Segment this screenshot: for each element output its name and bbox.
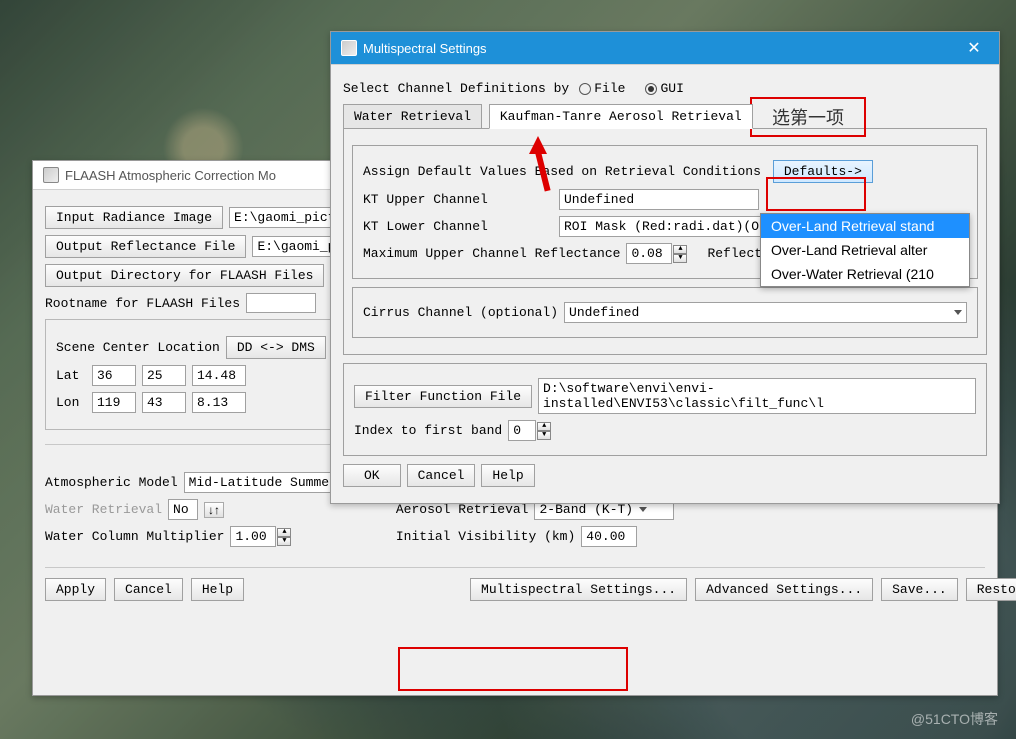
highlight-defaults-button bbox=[766, 177, 866, 211]
index-first-band-label: Index to first band bbox=[354, 423, 502, 438]
defaults-menu: Over-Land Retrieval stand Over-Land Retr… bbox=[760, 213, 970, 287]
input-radiance-button[interactable]: Input Radiance Image bbox=[45, 206, 223, 229]
watermark: @51CTO博客 bbox=[911, 709, 998, 729]
rootname-field[interactable] bbox=[246, 293, 316, 313]
lat-label: Lat bbox=[56, 368, 86, 383]
lat-sec[interactable]: 14.48 bbox=[192, 365, 246, 386]
water-col-spinner[interactable]: 1.00 ▲▼ bbox=[230, 526, 291, 547]
highlight-multispectral-button bbox=[398, 647, 628, 691]
ms-cancel-button[interactable]: Cancel bbox=[407, 464, 476, 487]
menu-item-over-land-alternate[interactable]: Over-Land Retrieval alter bbox=[761, 238, 969, 262]
menu-item-over-land-standard[interactable]: Over-Land Retrieval stand bbox=[761, 214, 969, 238]
max-upper-label: Maximum Upper Channel Reflectance bbox=[363, 246, 620, 261]
tab-aerosol-retrieval[interactable]: Kaufman-Tanre Aerosol Retrieval bbox=[489, 104, 753, 129]
kt-upper-dropdown[interactable]: Undefined bbox=[559, 189, 759, 210]
save-button[interactable]: Save... bbox=[881, 578, 958, 601]
tab-water-retrieval[interactable]: Water Retrieval bbox=[343, 104, 482, 129]
scene-center-label: Scene Center Location bbox=[56, 340, 220, 355]
max-upper-spinner[interactable]: 0.08 ▲▼ bbox=[626, 243, 687, 264]
select-channel-label: Select Channel Definitions by bbox=[343, 81, 569, 96]
ms-help-button[interactable]: Help bbox=[481, 464, 534, 487]
annotation-label: 选第一项 bbox=[772, 104, 844, 130]
atm-model-label: Atmospheric Model bbox=[45, 475, 178, 490]
filter-function-button[interactable]: Filter Function File bbox=[354, 385, 532, 408]
menu-item-over-water[interactable]: Over-Water Retrieval (210 bbox=[761, 262, 969, 286]
radio-file[interactable]: File bbox=[579, 81, 625, 96]
index-first-band-spinner[interactable]: 0 ▲▼ bbox=[508, 420, 551, 441]
lat-min[interactable]: 25 bbox=[142, 365, 186, 386]
multispectral-settings-button[interactable]: Multispectral Settings... bbox=[470, 578, 687, 601]
lon-min[interactable]: 43 bbox=[142, 392, 186, 413]
output-reflectance-button[interactable]: Output Reflectance File bbox=[45, 235, 246, 258]
cirrus-dropdown[interactable]: Undefined bbox=[564, 302, 967, 323]
annotation-select-first: 选第一项 bbox=[750, 97, 866, 137]
apply-button[interactable]: Apply bbox=[45, 578, 106, 601]
input-radiance-field[interactable]: E:\gaomi_pictu bbox=[229, 207, 333, 228]
arrow-down-icon[interactable]: ▼ bbox=[277, 537, 291, 546]
restore-button[interactable]: Restore... bbox=[966, 578, 1016, 601]
arrow-up-icon[interactable]: ▲ bbox=[277, 528, 291, 537]
close-icon[interactable]: ✕ bbox=[959, 38, 989, 58]
lon-label: Lon bbox=[56, 395, 86, 410]
app-icon bbox=[341, 40, 357, 56]
multispectral-title: Multispectral Settings bbox=[363, 41, 487, 56]
arrow-down-icon[interactable]: ▼ bbox=[673, 254, 687, 263]
flaash-title: FLAASH Atmospheric Correction Mo bbox=[65, 168, 276, 183]
cirrus-label: Cirrus Channel (optional) bbox=[363, 305, 558, 320]
output-reflectance-field[interactable]: E:\gaomi_pi bbox=[252, 236, 334, 257]
chevron-down-icon bbox=[639, 507, 647, 512]
swap-icon[interactable]: ↓↑ bbox=[204, 502, 224, 518]
water-retrieval-field[interactable]: No bbox=[168, 499, 198, 520]
arrow-down-icon[interactable]: ▼ bbox=[537, 431, 551, 440]
water-col-label: Water Column Multiplier bbox=[45, 529, 224, 544]
kt-lower-label: KT Lower Channel bbox=[363, 219, 553, 234]
dd-dms-button[interactable]: DD <-> DMS bbox=[226, 336, 326, 359]
arrow-up-icon[interactable]: ▲ bbox=[673, 245, 687, 254]
app-icon bbox=[43, 167, 59, 183]
init-vis-field[interactable]: 40.00 bbox=[581, 526, 637, 547]
kt-lower-dropdown[interactable]: ROI Mask (Red:radi.dat)(O bbox=[559, 216, 764, 237]
cancel-button[interactable]: Cancel bbox=[114, 578, 183, 601]
multispectral-titlebar[interactable]: Multispectral Settings ✕ bbox=[331, 32, 999, 65]
assign-defaults-label: Assign Default Values Based on Retrieval… bbox=[363, 164, 761, 179]
ok-button[interactable]: OK bbox=[343, 464, 401, 487]
lat-deg[interactable]: 36 bbox=[92, 365, 136, 386]
help-button[interactable]: Help bbox=[191, 578, 244, 601]
filter-function-field[interactable]: D:\software\envi\envi-installed\ENVI53\c… bbox=[538, 378, 976, 414]
lon-sec[interactable]: 8.13 bbox=[192, 392, 246, 413]
arrow-icon bbox=[529, 136, 547, 154]
output-directory-button[interactable]: Output Directory for FLAASH Files bbox=[45, 264, 324, 287]
aerosol-retrieval-label: Aerosol Retrieval bbox=[396, 502, 529, 517]
arrow-up-icon[interactable]: ▲ bbox=[537, 422, 551, 431]
water-retrieval-label: Water Retrieval bbox=[45, 502, 162, 517]
advanced-settings-button[interactable]: Advanced Settings... bbox=[695, 578, 873, 601]
rootname-label: Rootname for FLAASH Files bbox=[45, 296, 240, 311]
init-vis-label: Initial Visibility (km) bbox=[396, 529, 575, 544]
chevron-down-icon bbox=[954, 310, 962, 315]
kt-upper-label: KT Upper Channel bbox=[363, 192, 553, 207]
radio-gui[interactable]: GUI bbox=[645, 81, 683, 96]
lon-deg[interactable]: 119 bbox=[92, 392, 136, 413]
